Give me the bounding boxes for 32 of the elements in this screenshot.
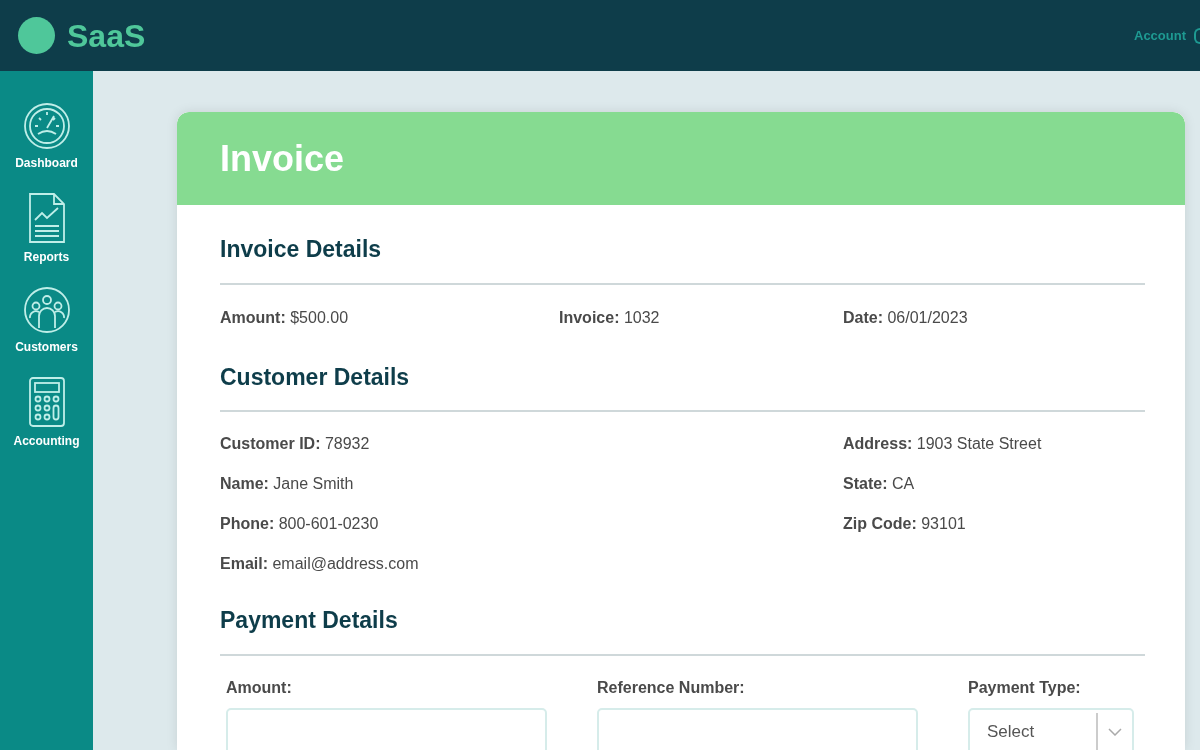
detail-text: Date: 06/01/2023 [843,307,969,328]
people-icon [22,286,71,334]
gauge-icon [22,102,71,150]
logo-text: SaaS [67,16,146,56]
field-label: Reference Number: [597,677,746,698]
chevron-down-icon [1108,727,1122,736]
section-heading: Payment Details [220,603,1145,656]
detail-text: Address: 1903 State Street [843,434,1043,454]
detail-text: State: CA [843,474,916,494]
detail-text: Customer ID: 78932 [220,434,371,454]
detail-text: Invoice: 1032 [559,307,661,328]
input-field[interactable] [597,707,918,750]
payment-type-dropdown[interactable]: Select [968,707,1134,750]
avatar-icon [1194,27,1200,44]
detail-text: Phone: 800-601-0230 [220,514,380,534]
account-link[interactable]: Account [1134,25,1186,46]
report-icon [27,192,66,244]
sidebar-item[interactable]: Reports [20,191,73,267]
section-heading: Invoice Details [220,232,1145,285]
calculator-icon [27,376,66,428]
detail-text: Name: Jane Smith [220,474,355,494]
sidebar-item[interactable]: Dashboard [12,101,81,173]
field-label: Amount: [226,677,293,698]
detail-text: Amount: $500.00 [220,307,350,328]
sidebar-item[interactable]: Customers [12,285,81,357]
detail-text: Email: email@address.com [220,554,420,574]
field-label: Payment Type: [968,677,1082,698]
detail-text: Zip Code: 93101 [843,514,967,534]
input-field[interactable] [226,707,547,750]
section-heading: Customer Details [220,359,1145,412]
sidebar-item[interactable]: Accounting [10,375,83,451]
card-title: Invoice [220,136,345,181]
